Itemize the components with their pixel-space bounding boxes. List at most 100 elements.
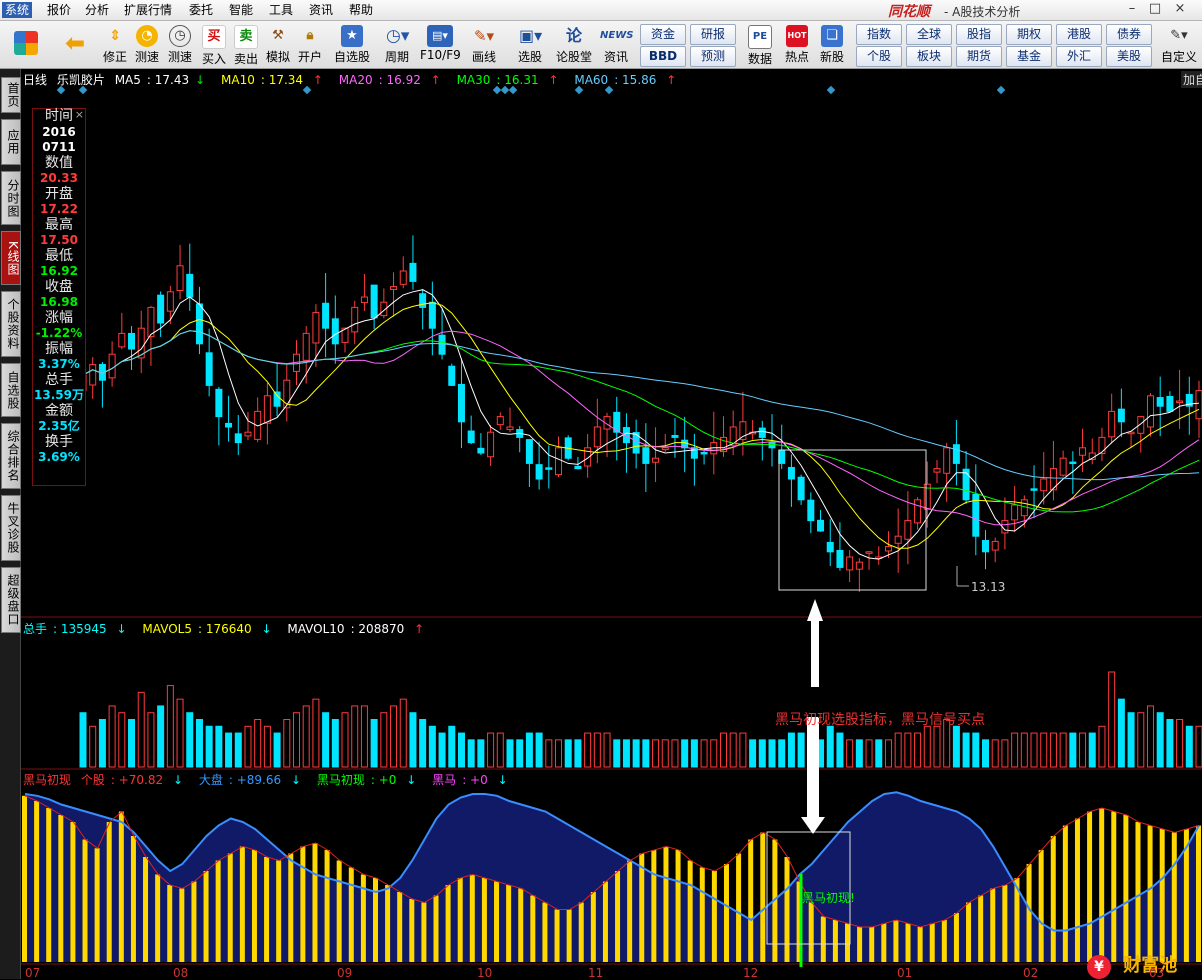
buy-button[interactable]: 买 买入 — [200, 23, 228, 66]
volume-bar — [729, 732, 737, 768]
menu-help[interactable]: 帮助 — [346, 2, 376, 18]
speed-button[interactable]: ◔ 测速 — [132, 23, 162, 66]
volume-bar — [409, 712, 417, 768]
candle-body — [506, 426, 514, 431]
menu-tools[interactable]: 工具 — [266, 2, 296, 18]
volume-bar — [865, 739, 873, 768]
candle-body — [215, 388, 223, 418]
stock-strength-bar — [1099, 808, 1105, 962]
sidebar-tab-ranking[interactable]: 综合排名 — [1, 423, 21, 489]
sidebar-tab-superboard[interactable]: 超级盘口 — [1, 567, 21, 633]
stock-strength-bar — [143, 857, 149, 962]
sell-button[interactable]: 卖 卖出 — [232, 23, 260, 66]
info-value: 3.69% — [38, 450, 80, 464]
stock-strength-bar — [1062, 825, 1068, 962]
sidebar-tab-kline[interactable]: K线图 — [1, 231, 21, 285]
market-index[interactable]: 指数 — [856, 24, 902, 45]
sidebar-tab-home[interactable]: 首页 — [1, 77, 21, 113]
market-sector[interactable]: 板块 — [906, 46, 952, 67]
f10-button[interactable]: ▤▾ F10/F9 — [420, 23, 461, 66]
stopwatch-button[interactable]: ◷ 测速 — [165, 23, 195, 66]
market-us[interactable]: 美股 — [1106, 46, 1152, 67]
volume-bar — [671, 739, 679, 768]
news-icon: NEWS — [600, 30, 634, 41]
sidebar-tab-apps[interactable]: 应用 — [1, 119, 21, 165]
market-individual[interactable]: 个股 — [856, 46, 902, 67]
kline-chart-svg[interactable] — [21, 69, 1202, 979]
new-stock-button[interactable]: ❏ 新股 — [816, 23, 848, 66]
market-forex[interactable]: 外汇 — [1056, 46, 1102, 67]
candle-body — [1011, 504, 1019, 521]
candle-body — [195, 303, 203, 345]
stock-strength-bar — [1038, 850, 1044, 962]
simulate-button[interactable]: ⚒ 模拟 — [264, 23, 292, 66]
signal-annotation: 黑马初现选股指标，黑马信号买点 — [775, 712, 985, 728]
sidebar-tab-watchlist[interactable]: 自选股 — [1, 363, 21, 417]
candle-body — [768, 441, 776, 449]
menu-trade[interactable]: 委托 — [186, 2, 216, 18]
close-icon[interactable]: × — [75, 108, 84, 121]
stock-strength-bar — [179, 888, 185, 962]
ma60-line — [82, 330, 1200, 481]
menu-system[interactable]: 系统 — [2, 2, 33, 18]
volume-bar — [98, 719, 106, 768]
quick-bbd[interactable]: BBD — [640, 46, 686, 67]
news-button[interactable]: NEWS 资讯 — [598, 23, 634, 66]
minimize-icon[interactable]: – — [1122, 1, 1142, 18]
candle-body — [1146, 395, 1154, 428]
quick-forecast[interactable]: 预测 — [690, 46, 736, 67]
fix-button[interactable]: ⇕ 修正 — [100, 23, 130, 66]
add-watch-button[interactable]: 加自 — [1181, 71, 1202, 88]
volume-bar — [749, 739, 757, 768]
data-button[interactable]: PE 数据 — [744, 23, 776, 66]
menu-smart[interactable]: 智能 — [226, 2, 256, 18]
period-label: 日线 — [23, 73, 48, 87]
open-account-button[interactable]: 🔒︎ 开户 — [296, 23, 324, 66]
market-bond[interactable]: 债券 — [1106, 24, 1152, 45]
close-icon[interactable]: × — [1170, 1, 1190, 18]
volume-bar — [292, 712, 300, 768]
stock-strength-bar — [1159, 829, 1165, 962]
candle-body — [1127, 431, 1135, 435]
news-label: 资讯 — [603, 50, 628, 64]
period-button[interactable]: ◷▾ 周期 — [378, 23, 416, 66]
volume-bar — [506, 739, 514, 768]
draw-line-button[interactable]: ✎▾ 画线 — [466, 23, 502, 66]
up-down-icon: ⇕ — [109, 28, 121, 44]
volume-bar — [1079, 732, 1087, 768]
volume-bar — [331, 719, 339, 768]
market-global[interactable]: 全球 — [906, 24, 952, 45]
candle-body — [477, 447, 485, 454]
volume-bar — [768, 739, 776, 768]
kline-chart-area[interactable]: 日线 乐凯胶片 MA5: 17.43 ↓ MA10: 17.34 ↑ MA20: … — [21, 69, 1202, 979]
quick-capital[interactable]: 资金 — [640, 24, 686, 45]
customize-button[interactable]: ✎▾ 自定义 — [1158, 23, 1200, 66]
market-options[interactable]: 期权 — [1006, 24, 1052, 45]
sidebar-tab-timeshare[interactable]: 分时图 — [1, 171, 21, 225]
grid-button[interactable] — [8, 23, 44, 66]
candle-body — [807, 499, 815, 522]
menu-quote[interactable]: 报价 — [44, 2, 74, 18]
watchlist-button[interactable]: ★ 自选股 — [332, 23, 372, 66]
forum-button[interactable]: 论 论股堂 — [554, 23, 594, 66]
market-stock-index[interactable]: 股指 — [956, 24, 1002, 45]
back-button[interactable]: ⬅ — [58, 23, 92, 66]
sidebar-tab-profile[interactable]: 个股资料 — [1, 291, 21, 357]
market-fund[interactable]: 基金 — [1006, 46, 1052, 67]
quick-research[interactable]: 研报 — [690, 24, 736, 45]
market-hk[interactable]: 港股 — [1056, 24, 1102, 45]
info-key: 总手 — [45, 371, 73, 388]
stock-picker-button[interactable]: ▣▾ 选股 — [510, 23, 550, 66]
menu-news[interactable]: 资讯 — [306, 2, 336, 18]
maximize-icon[interactable]: □ — [1145, 1, 1165, 18]
candle-body — [1079, 447, 1087, 456]
hot-button[interactable]: HOT 热点 — [781, 23, 813, 66]
sidebar-tab-diagnosis[interactable]: 牛叉诊股 — [1, 495, 21, 561]
stock-strength-bar — [784, 857, 790, 962]
market-futures[interactable]: 期货 — [956, 46, 1002, 67]
menu-analysis[interactable]: 分析 — [82, 2, 112, 18]
stock-strength-bar — [385, 885, 391, 962]
menu-extended[interactable]: 扩展行情 — [121, 2, 175, 18]
candle-body — [991, 540, 999, 551]
volume-bar — [341, 712, 349, 768]
